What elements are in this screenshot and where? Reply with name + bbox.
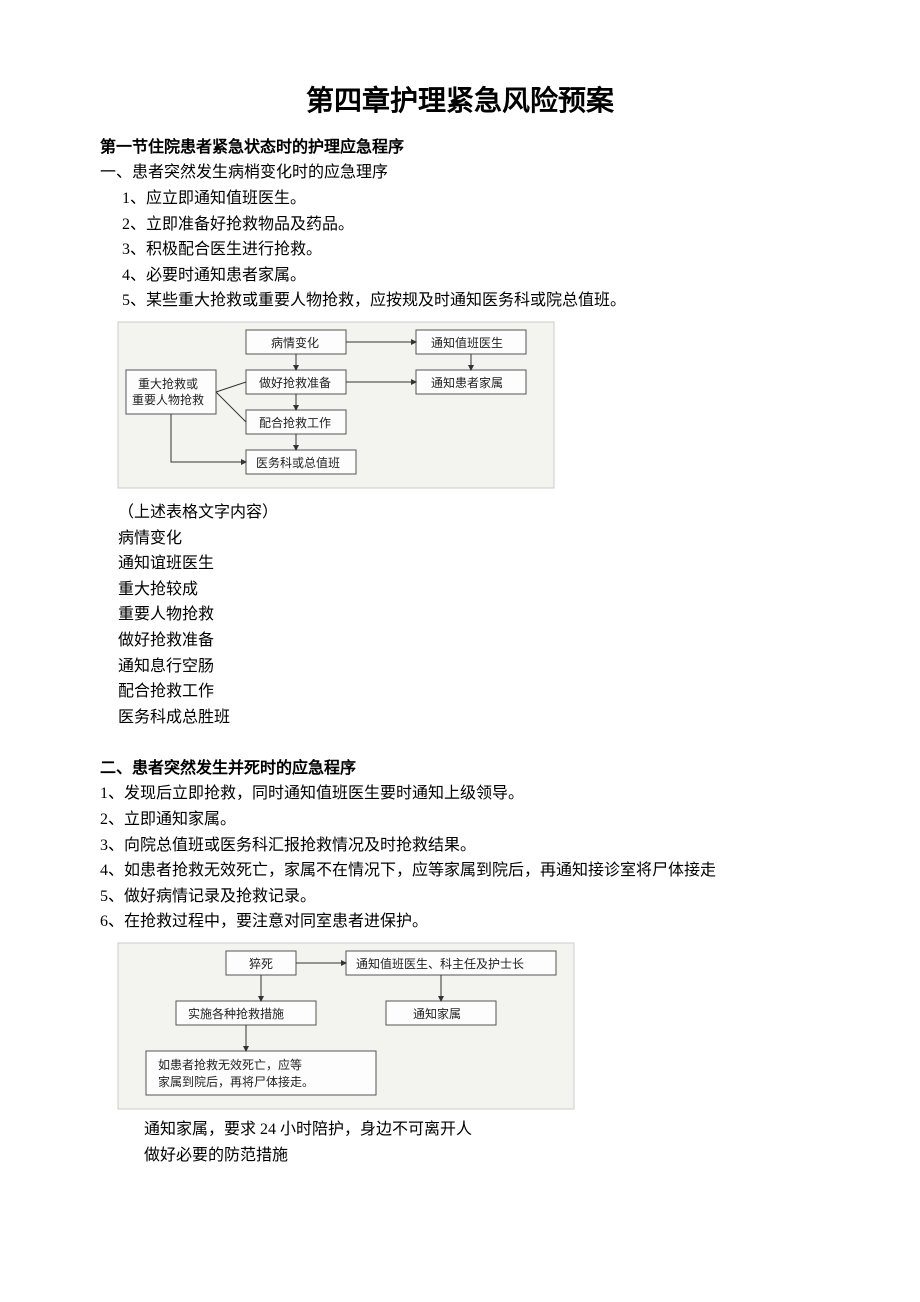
section2-item-3: 3、向院总值班或医务科汇报抢救情况及时抢救结果。 bbox=[100, 833, 820, 859]
section1-item-4: 4、必要时通知患者家属。 bbox=[100, 263, 820, 289]
fc1-box-prepare: 做好抢救准备 bbox=[259, 375, 331, 390]
fc2-box-notify-family: 通知家属 bbox=[413, 1006, 461, 1021]
term-3: 重大抢较成 bbox=[100, 577, 820, 603]
flowchart1-caption: （上述表格文字内容） bbox=[100, 500, 820, 526]
section1-item-3: 3、积极配合医生进行抢救。 bbox=[100, 237, 820, 263]
document-title: 第四章护理紧急风险预案 bbox=[100, 80, 820, 125]
section2-item-5: 5、做好病情记录及抢救记录。 bbox=[100, 884, 820, 910]
section1-header: 第一节住院患者紧急状态时的护理应急程序 bbox=[100, 135, 820, 161]
term-5: 做好抢救准备 bbox=[100, 628, 820, 654]
fc2-box-notify-staff: 通知值班医生、科主任及护士长 bbox=[356, 956, 524, 971]
section1-subheading: 一、患者突然发生病梢变化时的应急理序 bbox=[100, 160, 820, 186]
section2-tail-1: 通知家属，要求 24 小时陪护，身边不可离开人 bbox=[100, 1117, 820, 1143]
term-6: 通知息行空肠 bbox=[100, 654, 820, 680]
section1-item-2: 2、立即准备好抢救物品及药品。 bbox=[100, 212, 820, 238]
fc1-box-condition: 病情变化 bbox=[271, 335, 319, 350]
fc1-box-major-b: 重要人物抢救 bbox=[132, 392, 204, 407]
fc1-box-notify-family: 通知患者家属 bbox=[431, 375, 503, 390]
section2-item-6: 6、在抢救过程中，要注意对同室患者进保护。 bbox=[100, 909, 820, 935]
section1-item-1: 1、应立即通知值班医生。 bbox=[100, 186, 820, 212]
flowchart-2: 猝死 通知值班医生、科主任及护士长 实施各种抢救措施 通知家属 如患者抢救无效死… bbox=[116, 941, 576, 1111]
section2-item-4: 4、如患者抢救无效死亡，家属不在情况下，应等家属到院后，再通知接诊室将尸体接走 bbox=[100, 858, 820, 884]
flowchart-1: 病情变化 通知值班医生 做好抢救准备 通知患者家属 配合抢救工作 医务科或总值班… bbox=[116, 320, 556, 490]
fc1-box-notify-doctor: 通知值班医生 bbox=[431, 335, 503, 350]
term-4: 重要人物抢救 bbox=[100, 602, 820, 628]
fc2-box-sudden-death: 猝死 bbox=[249, 957, 273, 971]
section1-item-5: 5、某些重大抢救或重要人物抢救，应按规及时通知医务科或院总值班。 bbox=[100, 288, 820, 314]
section2-item-1: 1、发现后立即抢救，同时通知值班医生要时通知上级领导。 bbox=[100, 781, 820, 807]
fc2-box-death-b: 家属到院后，再将尸体接走。 bbox=[158, 1074, 314, 1089]
section2-tail-2: 做好必要的防范措施 bbox=[100, 1143, 820, 1169]
fc2-box-rescue: 实施各种抢救措施 bbox=[188, 1006, 284, 1021]
fc1-box-assist: 配合抢救工作 bbox=[259, 415, 331, 430]
fc2-box-death-a: 如患者抢救无效死亡，应等 bbox=[158, 1057, 302, 1072]
term-2: 通知谊班医生 bbox=[100, 551, 820, 577]
section2-header: 二、患者突然发生并死时的应急程序 bbox=[100, 756, 820, 782]
term-7: 配合抢救工作 bbox=[100, 679, 820, 705]
fc1-box-medical-dept: 医务科或总值班 bbox=[256, 455, 340, 470]
term-1: 病情变化 bbox=[100, 526, 820, 552]
term-8: 医务科成总胜班 bbox=[100, 705, 820, 731]
fc1-box-major-a: 重大抢救或 bbox=[138, 376, 198, 391]
section2-item-2: 2、立即通知家属。 bbox=[100, 807, 820, 833]
